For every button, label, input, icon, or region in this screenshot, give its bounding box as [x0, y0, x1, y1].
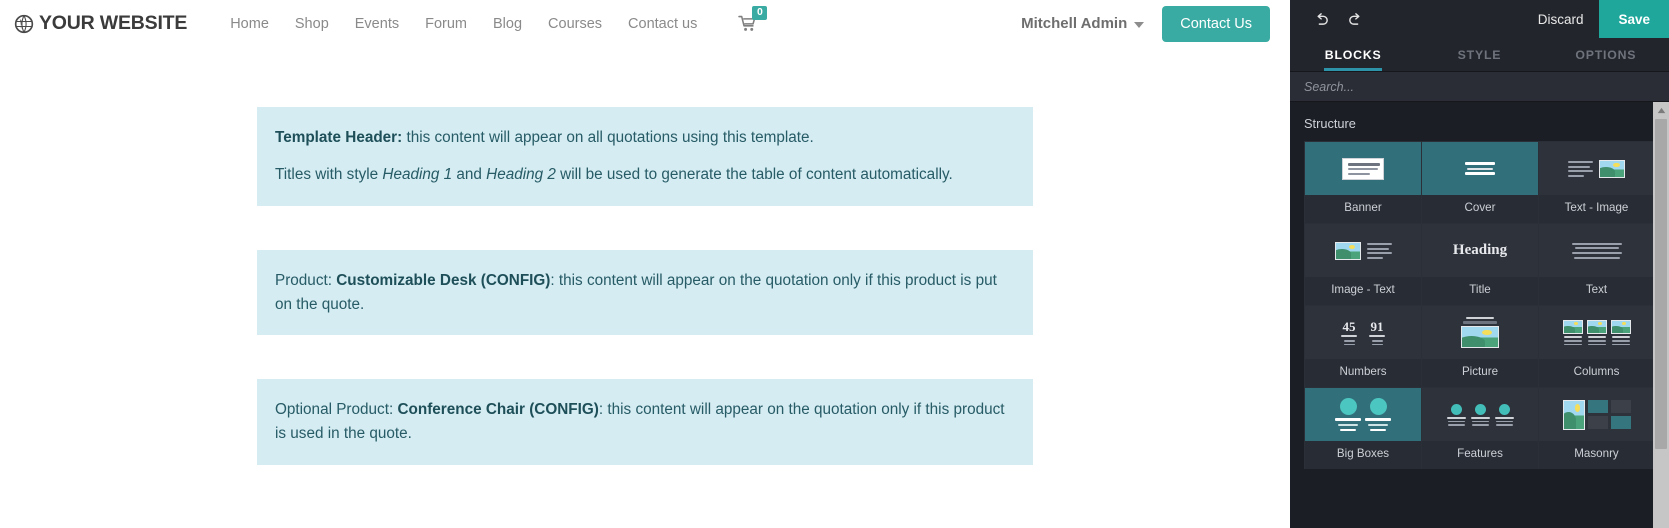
user-menu[interactable]: Mitchell Admin	[1021, 15, 1145, 32]
brand-text: YOUR WEBSITE	[39, 12, 188, 34]
nav-link-contact-us[interactable]: Contact us	[615, 10, 710, 38]
block-label: Text - Image	[1539, 195, 1654, 223]
block-tile-image-text[interactable]: Image - Text	[1304, 223, 1421, 305]
site-logo[interactable]: YOUR WEBSITE	[14, 12, 187, 35]
screen: YOUR WEBSITE Home Shop Events Forum Blog…	[0, 0, 1669, 528]
block-tile-masonry[interactable]: Masonry	[1538, 387, 1655, 469]
block-label: Numbers	[1305, 359, 1421, 387]
scrollbar-thumb[interactable]	[1655, 119, 1667, 449]
block-thumbnail-title-icon: Heading	[1422, 224, 1538, 277]
block-tile-numbers[interactable]: 45 91 Numbers	[1304, 305, 1421, 387]
block-thumbnail-image-text-icon	[1305, 224, 1421, 277]
tab-blocks[interactable]: BLOCKS	[1290, 38, 1416, 71]
nav-link-forum[interactable]: Forum	[412, 10, 480, 38]
block-search-bar	[1290, 72, 1669, 102]
undo-icon	[1316, 12, 1328, 25]
nav-link-shop[interactable]: Shop	[282, 10, 342, 38]
blocks-list: Structure Banner Cover Text - Image Image -…	[1290, 102, 1669, 528]
block-tile-columns[interactable]: Columns	[1538, 305, 1655, 387]
alert-paragraph: Product: Customizable Desk (CONFIG): thi…	[275, 271, 997, 313]
navbar-right: Mitchell Admin Contact Us	[1021, 5, 1276, 42]
tab-style[interactable]: STYLE	[1416, 38, 1542, 71]
block-tile-picture[interactable]: Picture	[1421, 305, 1538, 387]
block-thumbnail-text-icon	[1539, 224, 1654, 277]
undo-button[interactable]	[1304, 0, 1338, 38]
website-preview: YOUR WEBSITE Home Shop Events Forum Blog…	[0, 0, 1290, 528]
block-label: Columns	[1539, 359, 1654, 387]
block-thumbnail-banner-icon	[1305, 142, 1421, 195]
block-label: Title	[1422, 277, 1538, 305]
tab-options[interactable]: OPTIONS	[1543, 38, 1669, 71]
alert-optional-product[interactable]: Optional Product: Conference Chair (CONF…	[257, 379, 1033, 466]
alert-paragraph: Template Header: this content will appea…	[275, 129, 814, 146]
block-label: Banner	[1305, 195, 1421, 223]
discard-button[interactable]: Discard	[1522, 0, 1600, 38]
chevron-up-icon	[1657, 107, 1665, 114]
block-tile-text[interactable]: Text	[1538, 223, 1655, 305]
block-thumbnail-big-boxes-icon	[1305, 388, 1421, 441]
cart-button[interactable]: 0	[738, 6, 768, 32]
blocks-scrollbar[interactable]	[1653, 102, 1669, 528]
block-thumbnail-text-image-icon	[1539, 142, 1654, 195]
nav-link-blog[interactable]: Blog	[480, 10, 535, 38]
user-name: Mitchell Admin	[1021, 15, 1128, 32]
save-button[interactable]: Save	[1599, 0, 1669, 38]
alert-product[interactable]: Product: Customizable Desk (CONFIG): thi…	[257, 249, 1033, 336]
globe-icon	[14, 14, 34, 33]
block-thumbnail-picture-icon	[1422, 306, 1538, 359]
block-tile-title[interactable]: Heading Title	[1421, 223, 1538, 305]
block-label: Text	[1539, 277, 1654, 305]
block-tile-cover[interactable]: Cover	[1421, 141, 1538, 223]
block-tile-text-image[interactable]: Text - Image	[1538, 141, 1655, 223]
alert-paragraph: Optional Product: Conference Chair (CONF…	[275, 401, 1005, 443]
page-content: Template Header: this content will appea…	[0, 47, 1290, 466]
chevron-down-icon	[1134, 22, 1145, 28]
block-thumbnail-cover-icon	[1422, 142, 1538, 195]
contact-us-button[interactable]: Contact Us	[1162, 5, 1270, 42]
block-tile-big-boxes[interactable]: Big Boxes	[1304, 387, 1421, 469]
block-tile-banner[interactable]: Banner	[1304, 141, 1421, 223]
nav-link-events[interactable]: Events	[342, 10, 412, 38]
block-label: Picture	[1422, 359, 1538, 387]
nav-link-home[interactable]: Home	[217, 10, 282, 38]
alert-template-header[interactable]: Template Header: this content will appea…	[257, 107, 1033, 206]
scroll-up-arrow[interactable]	[1653, 102, 1669, 119]
site-navbar: YOUR WEBSITE Home Shop Events Forum Blog…	[0, 0, 1290, 47]
section-title-structure: Structure	[1304, 116, 1356, 131]
editor-toolbar: Discard Save	[1290, 0, 1669, 38]
cart-count-badge: 0	[752, 6, 768, 21]
block-label: Features	[1422, 441, 1538, 469]
block-label: Image - Text	[1305, 277, 1421, 305]
block-thumbnail-columns-icon	[1539, 306, 1654, 359]
nav-link-courses[interactable]: Courses	[535, 10, 615, 38]
main-nav: Home Shop Events Forum Blog Courses Cont…	[217, 6, 768, 38]
block-thumbnail-masonry-icon	[1539, 388, 1654, 441]
block-tile-features[interactable]: Features	[1421, 387, 1538, 469]
block-label: Cover	[1422, 195, 1538, 223]
block-thumbnail-numbers-icon: 45 91	[1305, 306, 1421, 359]
website-editor-panel: Discard Save BLOCKS STYLE OPTIONS Struct…	[1290, 0, 1669, 528]
block-label: Big Boxes	[1305, 441, 1421, 469]
block-label: Masonry	[1539, 441, 1654, 469]
redo-button[interactable]	[1338, 0, 1372, 38]
editor-tabs: BLOCKS STYLE OPTIONS	[1290, 38, 1669, 72]
search-input[interactable]	[1304, 79, 1655, 94]
alert-paragraph: Titles with style Heading 1 and Heading …	[275, 165, 953, 183]
blocks-grid: Banner Cover Text - Image Image - Text Headi…	[1290, 141, 1669, 469]
redo-icon	[1348, 12, 1360, 25]
block-thumbnail-features-icon	[1422, 388, 1538, 441]
